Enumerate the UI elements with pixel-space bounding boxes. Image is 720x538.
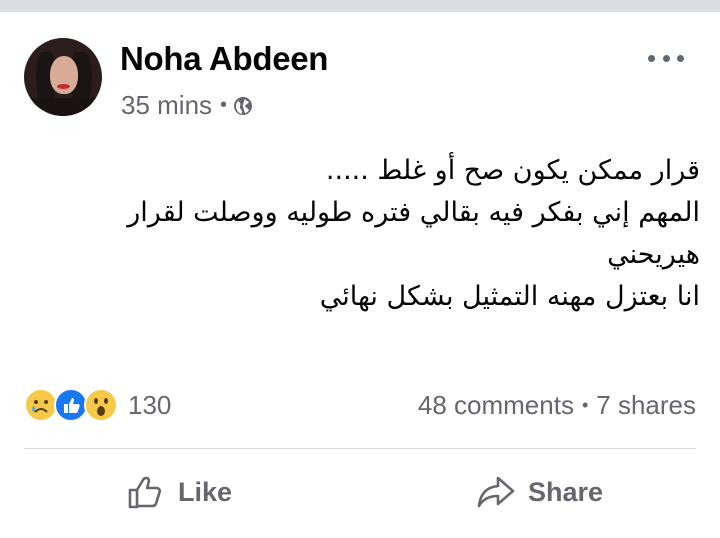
more-dot-icon	[677, 54, 684, 62]
reactions-summary[interactable]: 130	[24, 388, 171, 422]
share-button[interactable]: Share	[476, 472, 603, 512]
like-label: Like	[178, 476, 233, 507]
post-header: Noha Abdeen 35 mins •	[0, 12, 720, 132]
post-time[interactable]: 35 mins	[121, 90, 212, 121]
globe-icon[interactable]	[233, 96, 253, 116]
engagement-counts: 48 comments • 7 shares	[418, 390, 696, 421]
share-arrow-icon	[477, 476, 515, 508]
post-text-line: انا بعتزل مهنه التمثيل بشكل نهائي	[319, 281, 700, 312]
wow-emoji-icon	[84, 388, 118, 422]
meta-separator: •	[220, 94, 228, 116]
more-options-button[interactable]	[648, 46, 684, 70]
reaction-count[interactable]: 130	[128, 390, 171, 421]
more-dot-icon	[662, 54, 670, 62]
more-dot-icon	[648, 54, 655, 62]
like-button[interactable]: Like	[126, 472, 232, 512]
actions-divider	[24, 448, 696, 449]
post-stats: 130 48 comments • 7 shares	[0, 384, 720, 428]
comments-count[interactable]: 48 comments	[418, 390, 574, 421]
post-text-line: قرار ممكن يكون صح أو غلط .....	[325, 155, 700, 186]
avatar-shoulders	[24, 98, 102, 116]
share-label: Share	[528, 476, 604, 507]
sad-emoji-icon	[24, 388, 58, 422]
author-name[interactable]: Noha Abdeen	[120, 40, 328, 78]
post-text: قرار ممكن يكون صح أو غلط ..... المهم إني…	[20, 150, 700, 318]
avatar-lips	[57, 84, 70, 89]
author-avatar[interactable]	[24, 38, 102, 116]
post-text-line: المهم إني بفكر فيه بقالي فتره طوليه ووصل…	[127, 197, 700, 228]
like-emoji-icon	[54, 388, 88, 422]
stats-separator: •	[581, 395, 589, 415]
thumbs-up-icon	[128, 476, 162, 509]
post-meta: 35 mins •	[121, 90, 253, 121]
top-separator-bar	[0, 0, 720, 12]
shares-count[interactable]: 7 shares	[596, 390, 696, 421]
post-actions: Like Share	[0, 462, 720, 522]
post-text-line: هيريحني	[607, 239, 700, 270]
